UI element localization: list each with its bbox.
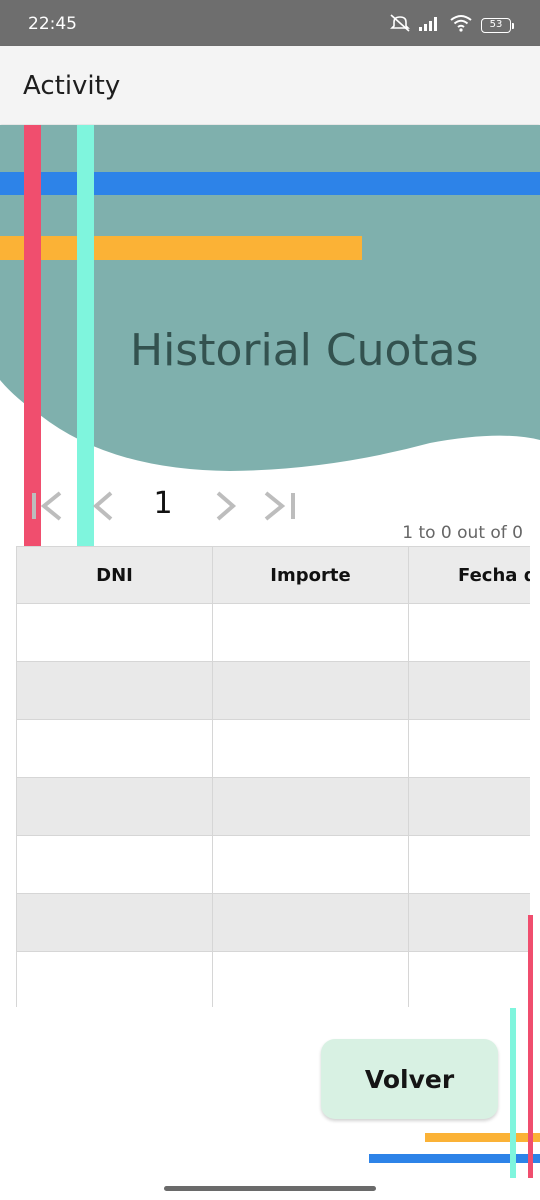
signal-icon (419, 15, 441, 36)
pagination: 1 (0, 478, 540, 528)
last-page-icon[interactable] (262, 486, 302, 526)
table-cell (408, 951, 530, 1007)
decor-stripe-orange (0, 236, 362, 260)
table-row[interactable] (16, 719, 530, 778)
table-cell (16, 777, 213, 836)
column-header-importe[interactable]: Importe (212, 546, 409, 604)
table-row[interactable] (16, 661, 530, 720)
app-bar-title: Activity (23, 71, 121, 101)
table-cell (212, 603, 409, 662)
table-cell (408, 603, 530, 662)
table-cell (212, 835, 409, 894)
table-cell (16, 603, 213, 662)
table-cell (408, 777, 530, 836)
battery-icon: 53 (481, 18, 514, 33)
page-title: Historial Cuotas (130, 325, 479, 376)
table-cell (16, 835, 213, 894)
first-page-icon[interactable] (27, 486, 67, 526)
app-bar: Activity (0, 46, 540, 124)
table-cell (16, 719, 213, 778)
decor-stripe-orange-bottom (425, 1133, 540, 1142)
table-row[interactable] (16, 603, 530, 662)
prev-page-icon[interactable] (85, 486, 125, 526)
table-cell (212, 777, 409, 836)
table-row[interactable] (16, 893, 530, 952)
next-page-icon[interactable] (207, 486, 247, 526)
mute-icon (389, 13, 411, 38)
status-bar: 22:45 53 (0, 0, 540, 46)
volver-button[interactable]: Volver (321, 1039, 498, 1119)
table-cell (212, 951, 409, 1007)
pagination-info: 1 to 0 out of 0 (402, 523, 523, 543)
column-header-fecha[interactable]: Fecha del (408, 546, 530, 604)
status-time: 22:45 (28, 14, 77, 34)
table-cell (212, 893, 409, 952)
battery-level: 53 (481, 18, 511, 33)
wifi-icon (449, 14, 473, 37)
table-cell (408, 893, 530, 952)
decor-stripe-mint-bottom (510, 1008, 516, 1178)
home-indicator[interactable] (164, 1186, 376, 1191)
column-header-dni[interactable]: DNI (16, 546, 213, 604)
status-icons: 53 (389, 13, 514, 38)
table-cell (212, 661, 409, 720)
table-cell (16, 661, 213, 720)
decor-stripe-red-bottom (528, 915, 533, 1178)
table-cell (408, 719, 530, 778)
table-cell (408, 835, 530, 894)
table-row[interactable] (16, 951, 530, 1007)
table-cell (212, 719, 409, 778)
table-cell (408, 661, 530, 720)
table-cell (16, 951, 213, 1007)
current-page-number: 1 (153, 486, 173, 521)
table-header-row: DNI Importe Fecha del (16, 546, 530, 604)
table-row[interactable] (16, 835, 530, 894)
table-body (16, 603, 530, 1007)
table-row[interactable] (16, 777, 530, 836)
cuotas-table[interactable]: DNI Importe Fecha del (16, 546, 530, 1007)
table-cell (16, 893, 213, 952)
